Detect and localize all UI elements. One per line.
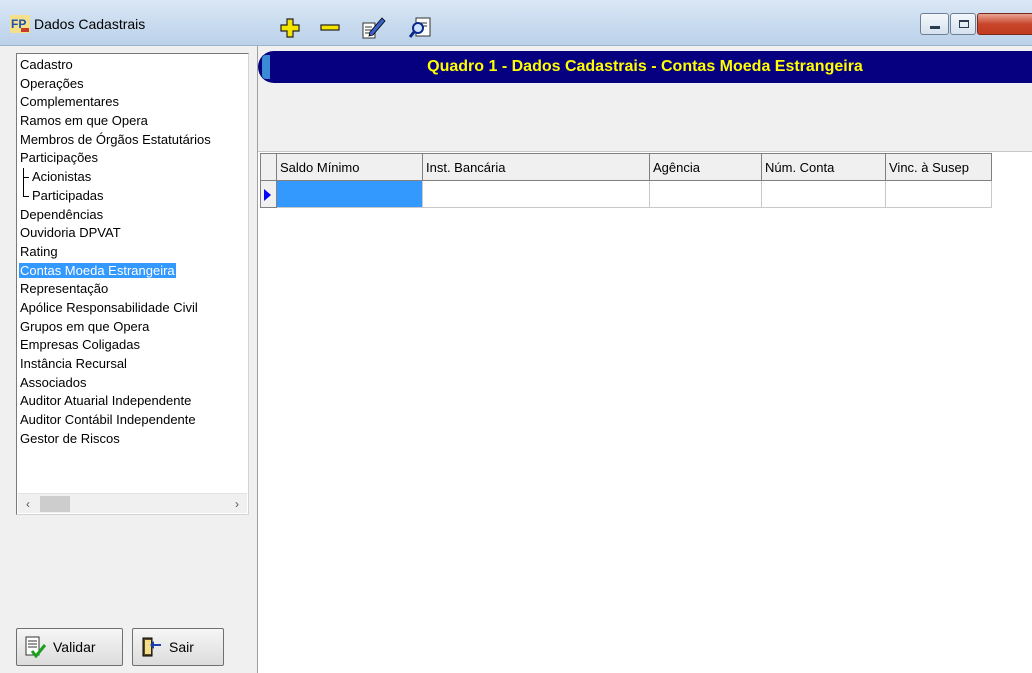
validate-checklist-icon [25, 636, 47, 659]
find-icon[interactable] [408, 15, 434, 41]
add-icon[interactable] [277, 15, 303, 41]
tree-item[interactable]: Representação [19, 280, 248, 299]
tree-item-label: Contas Moeda Estrangeira [19, 262, 176, 278]
tree-connector [23, 168, 29, 187]
tree-item[interactable]: Grupos em que Opera [19, 318, 248, 337]
sair-label: Sair [169, 639, 194, 655]
tree-item-label: Instância Recursal [20, 356, 127, 371]
scroll-right-icon[interactable]: › [229, 496, 245, 512]
table-row[interactable] [260, 180, 992, 208]
tree-item[interactable]: Operações [19, 75, 248, 94]
title-bar: FP Dados Cadastrais [0, 0, 1032, 46]
record-toolbar [258, 96, 1032, 152]
minimize-button[interactable] [920, 13, 949, 35]
page-title-banner: Quadro 1 - Dados Cadastrais - Contas Moe… [258, 51, 1032, 83]
column-header-vinc-susep[interactable]: Vinc. à Susep [885, 153, 992, 181]
tree-item[interactable]: Auditor Contábil Independente [19, 411, 248, 430]
tree-item-label: Rating [20, 243, 58, 259]
maximize-button[interactable] [950, 13, 976, 35]
tree-item[interactable]: Cadastro [19, 56, 248, 75]
app-logo-icon: FP [10, 15, 30, 33]
cell-vinc-susep[interactable] [885, 180, 992, 208]
accounts-grid[interactable]: Saldo Mínimo Inst. Bancária Agência Núm.… [260, 153, 992, 208]
tree-connector [23, 186, 29, 197]
tree-horizontal-scrollbar[interactable]: ‹ › [18, 493, 247, 513]
tree-item[interactable]: Gestor de Riscos [19, 430, 248, 449]
grid-header-row: Saldo Mínimo Inst. Bancária Agência Núm.… [260, 153, 992, 181]
tree-item-label: Auditor Contábil Independente [20, 412, 196, 428]
current-row-pointer-icon [264, 189, 271, 201]
tree-item[interactable]: Ouvidoria DPVAT [19, 224, 248, 243]
tree-item[interactable]: Dependências [19, 206, 248, 225]
tree-item-label: Dependências [20, 206, 104, 222]
scroll-left-icon[interactable]: ‹ [20, 496, 36, 512]
tree-item[interactable]: Auditor Atuarial Independente [19, 392, 248, 411]
maximize-icon [959, 20, 969, 28]
tree-item-label: Auditor Atuarial Independente [20, 393, 192, 409]
tree-list: Cadastro Operações Complementares Ramos em … [19, 56, 248, 448]
scroll-thumb[interactable] [40, 496, 70, 512]
tree-item-label: Representação [20, 281, 109, 297]
tree-item-label: Empresas Coligadas [20, 337, 140, 353]
tree-item[interactable]: Apólice Responsabilidade Civil [19, 299, 248, 318]
tree-item-label: Participações [20, 150, 99, 166]
sair-button[interactable]: Sair [132, 628, 224, 666]
page-title: Quadro 1 - Dados Cadastrais - Contas Moe… [427, 58, 863, 75]
exit-door-icon [142, 637, 161, 657]
tree-item-label: Grupos em que Opera [20, 318, 150, 334]
close-button[interactable] [977, 13, 1032, 35]
tree-item-label: Membros de Órgãos Estatutários [20, 131, 211, 147]
tree-item[interactable]: Membros de Órgãos Estatutários [19, 131, 248, 150]
column-header-inst-bancaria[interactable]: Inst. Bancária [422, 153, 650, 181]
tree-item-label: Apólice Responsabilidade Civil [20, 299, 198, 315]
tree-item-label: Gestor de Riscos [20, 430, 120, 446]
tree-item[interactable]: Empresas Coligadas [19, 336, 248, 355]
column-header-num-conta[interactable]: Núm. Conta [761, 153, 886, 181]
cell-agencia[interactable] [649, 180, 762, 208]
tree-item[interactable]: Contas Moeda Estrangeira [19, 262, 248, 281]
validar-label: Validar [53, 639, 96, 655]
tree-item-label: Cadastro [20, 57, 73, 72]
tree-item-label: Complementares [20, 94, 119, 110]
banner-cap [262, 55, 270, 79]
minimize-icon [930, 26, 940, 29]
tree-item[interactable]: Ramos em que Opera [19, 112, 248, 131]
row-indicator-header [260, 153, 277, 181]
tree-item[interactable]: Rating [19, 243, 248, 262]
cell-saldo-minimo[interactable] [276, 180, 423, 208]
tree-item-label: Ramos em que Opera [20, 113, 148, 129]
window-title: Dados Cadastrais [34, 16, 146, 32]
tree-item-label: Acionistas [32, 169, 92, 185]
validar-button[interactable]: Validar [16, 628, 123, 666]
column-header-saldo-minimo[interactable]: Saldo Mínimo [276, 153, 423, 181]
section-tree[interactable]: Cadastro Operações Complementares Ramos em … [16, 53, 249, 515]
tree-item[interactable]: Instância Recursal [19, 355, 248, 374]
tree-item[interactable]: Associados [19, 374, 248, 393]
tree-item-label: Operações [20, 75, 84, 91]
tree-item[interactable]: Participações [19, 149, 248, 168]
tree-item[interactable]: Participadas [19, 186, 248, 206]
row-indicator[interactable] [260, 180, 277, 208]
tree-item[interactable]: Acionistas [19, 168, 248, 187]
tree-item[interactable]: Complementares [19, 93, 248, 112]
cell-num-conta[interactable] [761, 180, 886, 208]
tree-item-label: Participadas [32, 187, 104, 203]
tree-item-label: Associados [20, 374, 87, 390]
tree-item-label: Ouvidoria DPVAT [20, 225, 121, 241]
edit-icon[interactable] [360, 15, 386, 41]
cell-inst-bancaria[interactable] [422, 180, 650, 208]
column-header-agencia[interactable]: Agência [649, 153, 762, 181]
remove-icon[interactable] [317, 15, 343, 41]
